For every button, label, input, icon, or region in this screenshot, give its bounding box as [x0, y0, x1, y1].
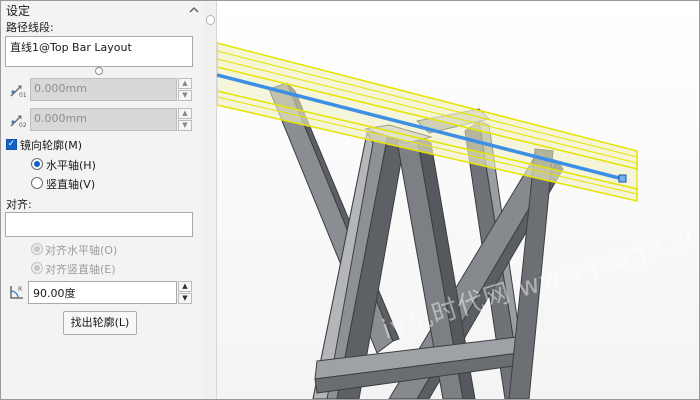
- align-horizontal-label: 对齐水平轴(O): [45, 244, 118, 257]
- chevron-up-icon[interactable]: [189, 4, 199, 13]
- offset-x-up-button[interactable]: ▲: [178, 78, 192, 89]
- line-endpoint-handle: [618, 174, 627, 183]
- rotation-down-button[interactable]: ▼: [178, 293, 192, 304]
- graphics-viewport[interactable]: [216, 1, 699, 399]
- align-vertical-label: 对齐竖直轴(E): [45, 263, 116, 276]
- rotation-angle-input[interactable]: 90.00度: [28, 281, 177, 304]
- offset-x-input[interactable]: 0.000mm: [30, 78, 177, 101]
- align-label: 对齐:: [6, 198, 32, 211]
- property-manager-panel: 设定 路径线段: 直线1@Top Bar Layout 01 0.000mm ▲…: [1, 1, 205, 399]
- offset-y-down-button[interactable]: ▼: [178, 120, 192, 131]
- model-view: [216, 1, 699, 399]
- svg-text:R: R: [18, 286, 22, 293]
- offset-y-input[interactable]: 0.000mm: [30, 108, 177, 131]
- path-segment-label: 路径线段:: [6, 21, 54, 34]
- offset-x-down-button[interactable]: ▼: [178, 90, 192, 101]
- offset-x-icon: 01: [8, 81, 27, 99]
- align-field[interactable]: [5, 212, 193, 237]
- scroll-thumb[interactable]: [206, 15, 215, 25]
- svg-text:01: 01: [19, 92, 26, 99]
- rotation-up-button[interactable]: ▲: [178, 281, 192, 292]
- horizontal-axis-radio[interactable]: [31, 158, 43, 170]
- find-profile-button[interactable]: 找出轮廓(L): [63, 311, 137, 335]
- align-vertical-radio[interactable]: [31, 262, 43, 274]
- mirror-profile-checkbox[interactable]: ✓: [6, 139, 17, 150]
- rotation-angle-icon: R: [8, 283, 26, 301]
- svg-text:02: 02: [19, 122, 26, 129]
- vertical-axis-label: 竖直轴(V): [46, 178, 96, 191]
- horizontal-axis-label: 水平轴(H): [46, 159, 96, 172]
- vertical-axis-radio[interactable]: [31, 177, 43, 189]
- resize-handle[interactable]: [95, 67, 103, 75]
- section-title: 设定: [6, 4, 31, 18]
- offset-y-icon: 02: [8, 111, 27, 129]
- mirror-profile-label: 镜向轮廓(M): [20, 139, 83, 152]
- application-window: 设定 路径线段: 直线1@Top Bar Layout 01 0.000mm ▲…: [0, 0, 700, 400]
- align-horizontal-radio[interactable]: [31, 243, 43, 255]
- path-segment-field[interactable]: 直线1@Top Bar Layout: [5, 36, 193, 67]
- panel-scrollbar[interactable]: [204, 1, 217, 399]
- offset-y-up-button[interactable]: ▲: [178, 108, 192, 119]
